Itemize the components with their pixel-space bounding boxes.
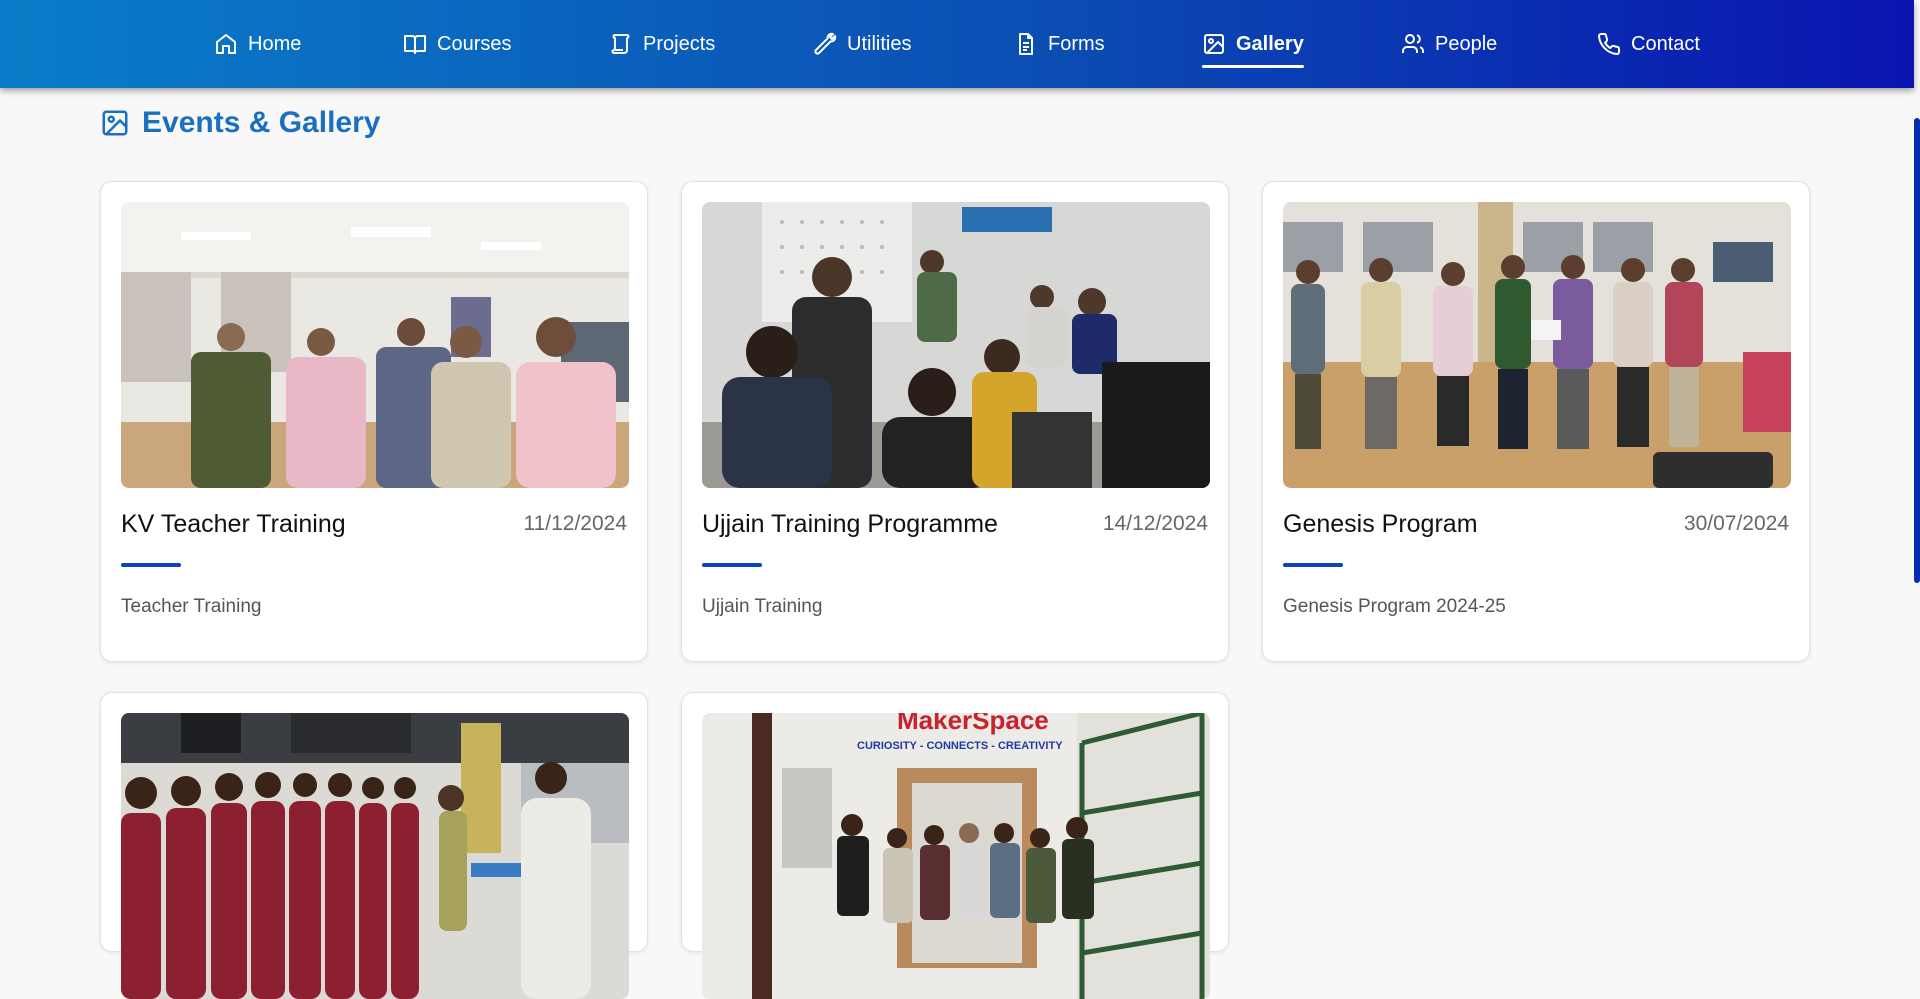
nav-people[interactable]: People	[1401, 0, 1497, 88]
document-icon	[1019, 33, 1033, 55]
photo-students-visit	[121, 713, 629, 999]
nav-projects-label: Projects	[643, 32, 716, 55]
photo-makerspace: MakerSpace CURIOSITY - CONNECTS - CREATI…	[702, 713, 1210, 999]
active-tab-underline	[1202, 65, 1304, 68]
nav-courses-label: Courses	[437, 32, 512, 55]
scrollbar-thumb[interactable]	[1914, 118, 1920, 583]
card-date: 14/12/2024	[1102, 512, 1208, 535]
nav-contact[interactable]: Contact	[1597, 0, 1700, 88]
card-description: Teacher Training	[121, 596, 262, 617]
event-photo[interactable]: MakerSpace CURIOSITY - CONNECTS - CREATI…	[702, 713, 1210, 999]
nav-utilities[interactable]: Utilities	[813, 0, 911, 88]
scroll-icon	[611, 34, 630, 54]
nav-gallery[interactable]: Gallery	[1202, 0, 1304, 88]
page-title: Events & Gallery	[100, 103, 380, 143]
nav-contact-label: Contact	[1631, 32, 1700, 55]
card-description: Genesis Program 2024-25	[1283, 596, 1506, 617]
wrench-icon	[814, 32, 837, 55]
event-photo[interactable]	[121, 713, 629, 999]
nav-gallery-label: Gallery	[1236, 32, 1304, 55]
card-description: Ujjain Training	[702, 596, 823, 617]
nav-projects[interactable]: Projects	[609, 0, 715, 88]
nav-forms[interactable]: Forms	[1014, 0, 1105, 88]
gallery-card[interactable]: Genesis Program 30/07/2024 Genesis Progr…	[1262, 181, 1810, 662]
home-icon	[216, 34, 236, 54]
nav-forms-label: Forms	[1048, 32, 1105, 55]
event-photo[interactable]	[121, 202, 629, 488]
card-title: Genesis Program	[1283, 510, 1478, 538]
gallery-card[interactable]: Ujjain Training Programme 14/12/2024 Ujj…	[681, 181, 1229, 662]
card-title: Ujjain Training Programme	[702, 510, 998, 538]
image-icon	[1204, 34, 1224, 54]
makerspace-sign-text: MakerSpace	[897, 713, 1049, 735]
page-title-text: Events & Gallery	[142, 106, 381, 139]
image-icon	[102, 110, 128, 136]
card-date: 30/07/2024	[1683, 512, 1789, 535]
users-icon	[1402, 34, 1424, 53]
title-underline	[702, 563, 762, 567]
makerspace-tagline-text: CURIOSITY - CONNECTS - CREATIVITY	[857, 740, 1063, 752]
gallery-card[interactable]: MakerSpace CURIOSITY - CONNECTS - CREATI…	[681, 692, 1229, 999]
title-underline	[1283, 563, 1343, 567]
card-date: 11/12/2024	[523, 512, 627, 535]
book-icon	[404, 35, 426, 54]
phone-icon	[1598, 32, 1621, 55]
photo-teacher-training	[121, 202, 629, 488]
photo-ujjain-training	[702, 202, 1210, 488]
photo-genesis-program	[1283, 202, 1791, 488]
gallery-card[interactable]: KV Teacher Training 11/12/2024 Teacher T…	[100, 181, 648, 662]
nav-home[interactable]: Home	[214, 0, 301, 88]
top-navbar: Home Courses Projects Utilities Forms Ga…	[0, 0, 1914, 88]
gallery-card[interactable]	[100, 692, 648, 999]
nav-courses[interactable]: Courses	[403, 0, 511, 88]
nav-utilities-label: Utilities	[847, 32, 912, 55]
nav-home-label: Home	[248, 32, 302, 55]
nav-people-label: People	[1435, 32, 1498, 55]
event-photo[interactable]	[1283, 202, 1791, 488]
title-underline	[121, 563, 181, 567]
card-title: KV Teacher Training	[121, 510, 346, 538]
event-photo[interactable]	[702, 202, 1210, 488]
